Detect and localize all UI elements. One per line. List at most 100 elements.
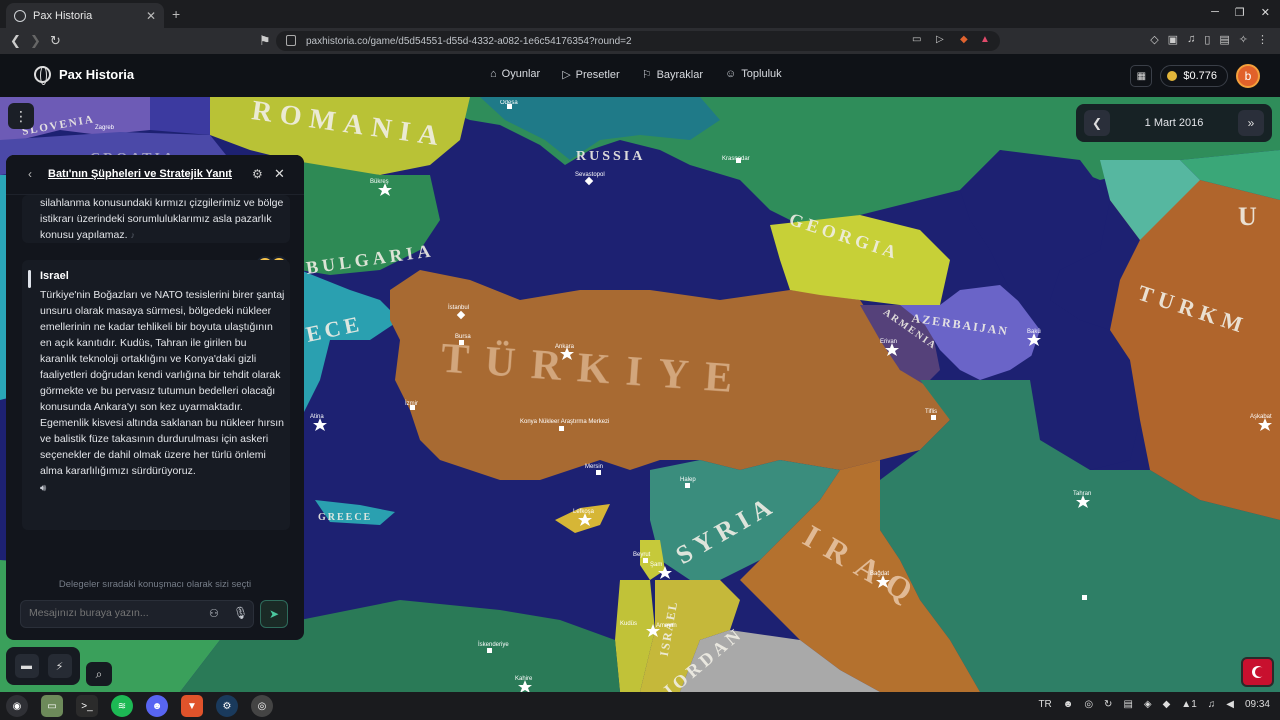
tab-search-icon[interactable]: ▣ [1168, 33, 1178, 46]
city-marker [931, 415, 936, 420]
app-logo[interactable]: Pax Historia [34, 66, 135, 85]
music-icon[interactable]: ♫ [1187, 33, 1195, 46]
globe-icon [14, 9, 26, 22]
people-icon[interactable]: ⚇ [209, 607, 219, 620]
city-label: Ankara [555, 344, 575, 350]
window-controls: ─ ❐ ✕ [1211, 6, 1270, 19]
brave-shield-icon[interactable]: ◆ [960, 34, 968, 45]
city-label: Tahran [1073, 491, 1091, 497]
diplomacy-chat-panel: ‹ Batı'nın Şüpheleri ve Stratejik Yanıt … [6, 155, 304, 640]
browser-tab[interactable]: Pax Historia ✕ [6, 3, 164, 28]
speaker-icon[interactable]: 🔊︎ [40, 481, 290, 497]
close-tab-icon[interactable]: ✕ [146, 9, 156, 23]
message-sender: Israel [40, 270, 69, 282]
region-serbia [150, 97, 210, 135]
reload-icon[interactable]: ↻ [50, 33, 61, 49]
gamepad-icon: ⌂ [490, 68, 497, 80]
leo-icon[interactable]: ✧ [1239, 33, 1248, 46]
city-marker [410, 405, 415, 410]
keyboard-layout[interactable]: TR [1038, 699, 1051, 710]
city-marker [559, 426, 564, 431]
tab-title: Pax Historia [33, 9, 93, 22]
avatar[interactable]: b [1236, 64, 1260, 88]
nav-games[interactable]: ⌂ Oyunlar [490, 68, 540, 81]
network-icon[interactable]: ◆ [1163, 699, 1171, 710]
shield-icon[interactable]: ◈ [1144, 699, 1152, 710]
discord-icon[interactable]: ☻ [146, 695, 168, 717]
terminal-icon[interactable]: >_ [76, 695, 98, 717]
spotify-icon[interactable]: ≋ [111, 695, 133, 717]
menu-icon[interactable]: ◉ [6, 695, 28, 717]
new-tab-icon[interactable]: + [172, 6, 180, 22]
clock: 09:34 [1244, 699, 1270, 710]
city-label: Bükreş [370, 179, 389, 185]
clipboard-icon[interactable]: ▤ [1123, 699, 1132, 710]
send-button[interactable]: ➤ [260, 600, 288, 628]
search-icon[interactable]: ⌕ [86, 662, 112, 686]
back-icon[interactable]: ❮ [10, 33, 21, 49]
extensions-icon[interactable]: ◇ [1150, 33, 1158, 46]
balance-value: $0.776 [1183, 70, 1217, 82]
date-control: ❮ 1 Mart 2016 » [1076, 104, 1272, 142]
minimize-icon[interactable]: ─ [1211, 6, 1219, 19]
map-menu-button[interactable]: ⋮ [8, 103, 34, 129]
nav-label: Topluluk [741, 68, 782, 80]
nav-community[interactable]: ☺ Topluluk [725, 68, 782, 81]
system-icon[interactable]: ◎ [251, 695, 273, 717]
music-icon[interactable]: ♫ [1208, 699, 1216, 710]
speaker-icon[interactable]: ♪ [130, 230, 135, 240]
bell-icon[interactable]: ▲1 [1181, 699, 1196, 710]
turkey-flag-button[interactable] [1241, 657, 1274, 687]
close-window-icon[interactable]: ✕ [1261, 6, 1270, 19]
advance-date-button[interactable]: » [1237, 110, 1264, 136]
city-marker [736, 158, 741, 163]
coin-icon [1167, 71, 1178, 81]
discord-tray-icon[interactable]: ☻ [1063, 699, 1074, 710]
gear-icon[interactable]: ⚙ [252, 167, 263, 181]
volume-icon[interactable]: ◀ [1226, 699, 1234, 710]
steam-icon[interactable]: ⚙ [216, 695, 238, 717]
chat-bubble-icon[interactable]: ▬ [14, 654, 39, 678]
city-label: Bağdat [870, 571, 889, 577]
brave-rewards-icon[interactable]: ▲ [980, 34, 990, 45]
microphone-icon[interactable]: 🎙︎ [233, 606, 248, 620]
send-icon[interactable]: ▷ [936, 34, 944, 45]
city-marker [459, 340, 464, 345]
lightning-icon[interactable]: ⚡︎ [47, 654, 72, 678]
message-input[interactable] [29, 607, 199, 619]
site-info-icon[interactable] [286, 35, 296, 46]
wallet-icon[interactable]: ▤ [1219, 33, 1229, 46]
chat-title[interactable]: Batı'nın Şüpheleri ve Stratejik Yanıt [48, 168, 232, 180]
app-header: Pax Historia ⌂ Oyunlar ▷ Presetler ⚐ Bayrak… [0, 54, 1280, 97]
steam-tray-icon[interactable]: ◎ [1084, 699, 1093, 710]
gift-icon[interactable]: ▦ [1130, 65, 1153, 87]
nav-label: Oyunlar [501, 68, 541, 80]
bookmark-icon[interactable]: ⚑ [259, 33, 271, 49]
city-marker [1082, 595, 1087, 600]
turkey-flag-icon [1251, 666, 1265, 678]
back-arrow-icon[interactable]: ‹ [28, 167, 32, 181]
globe-icon [34, 66, 51, 85]
maximize-icon[interactable]: ❐ [1235, 6, 1245, 19]
city-label: Mersin [585, 464, 603, 470]
files-icon[interactable]: ▭ [41, 695, 63, 717]
top-nav: ⌂ Oyunlar ▷ Presetler ⚐ Bayraklar ☺ Topluluk [490, 68, 782, 81]
forward-icon[interactable]: ❯ [30, 33, 41, 49]
brave-icon[interactable]: ▼ [181, 695, 203, 717]
app-name: Pax Historia [59, 67, 135, 82]
city-label: Lefkoşa [573, 509, 595, 515]
close-icon[interactable]: ✕ [274, 166, 285, 182]
menu-icon[interactable]: ⋮ [1257, 33, 1268, 46]
nav-presets[interactable]: ▷ Presetler [562, 68, 620, 81]
quick-actions: ▬ ⚡︎ [6, 647, 80, 685]
sidebar-icon[interactable]: ▯ [1204, 33, 1210, 46]
update-icon[interactable]: ↻ [1104, 699, 1112, 710]
url-bar[interactable]: paxhistoria.co/game/d5d54551-d55d-4332-a… [276, 31, 1000, 51]
nav-flags[interactable]: ⚐ Bayraklar [642, 68, 703, 81]
city-label: Kahire [515, 676, 533, 682]
label-russia: RUSSIA [576, 149, 645, 164]
cast-icon[interactable]: ▭ [912, 34, 921, 45]
city-marker [643, 558, 648, 563]
balance-pill[interactable]: $0.776 [1160, 65, 1228, 87]
prev-date-button[interactable]: ❮ [1084, 110, 1110, 136]
